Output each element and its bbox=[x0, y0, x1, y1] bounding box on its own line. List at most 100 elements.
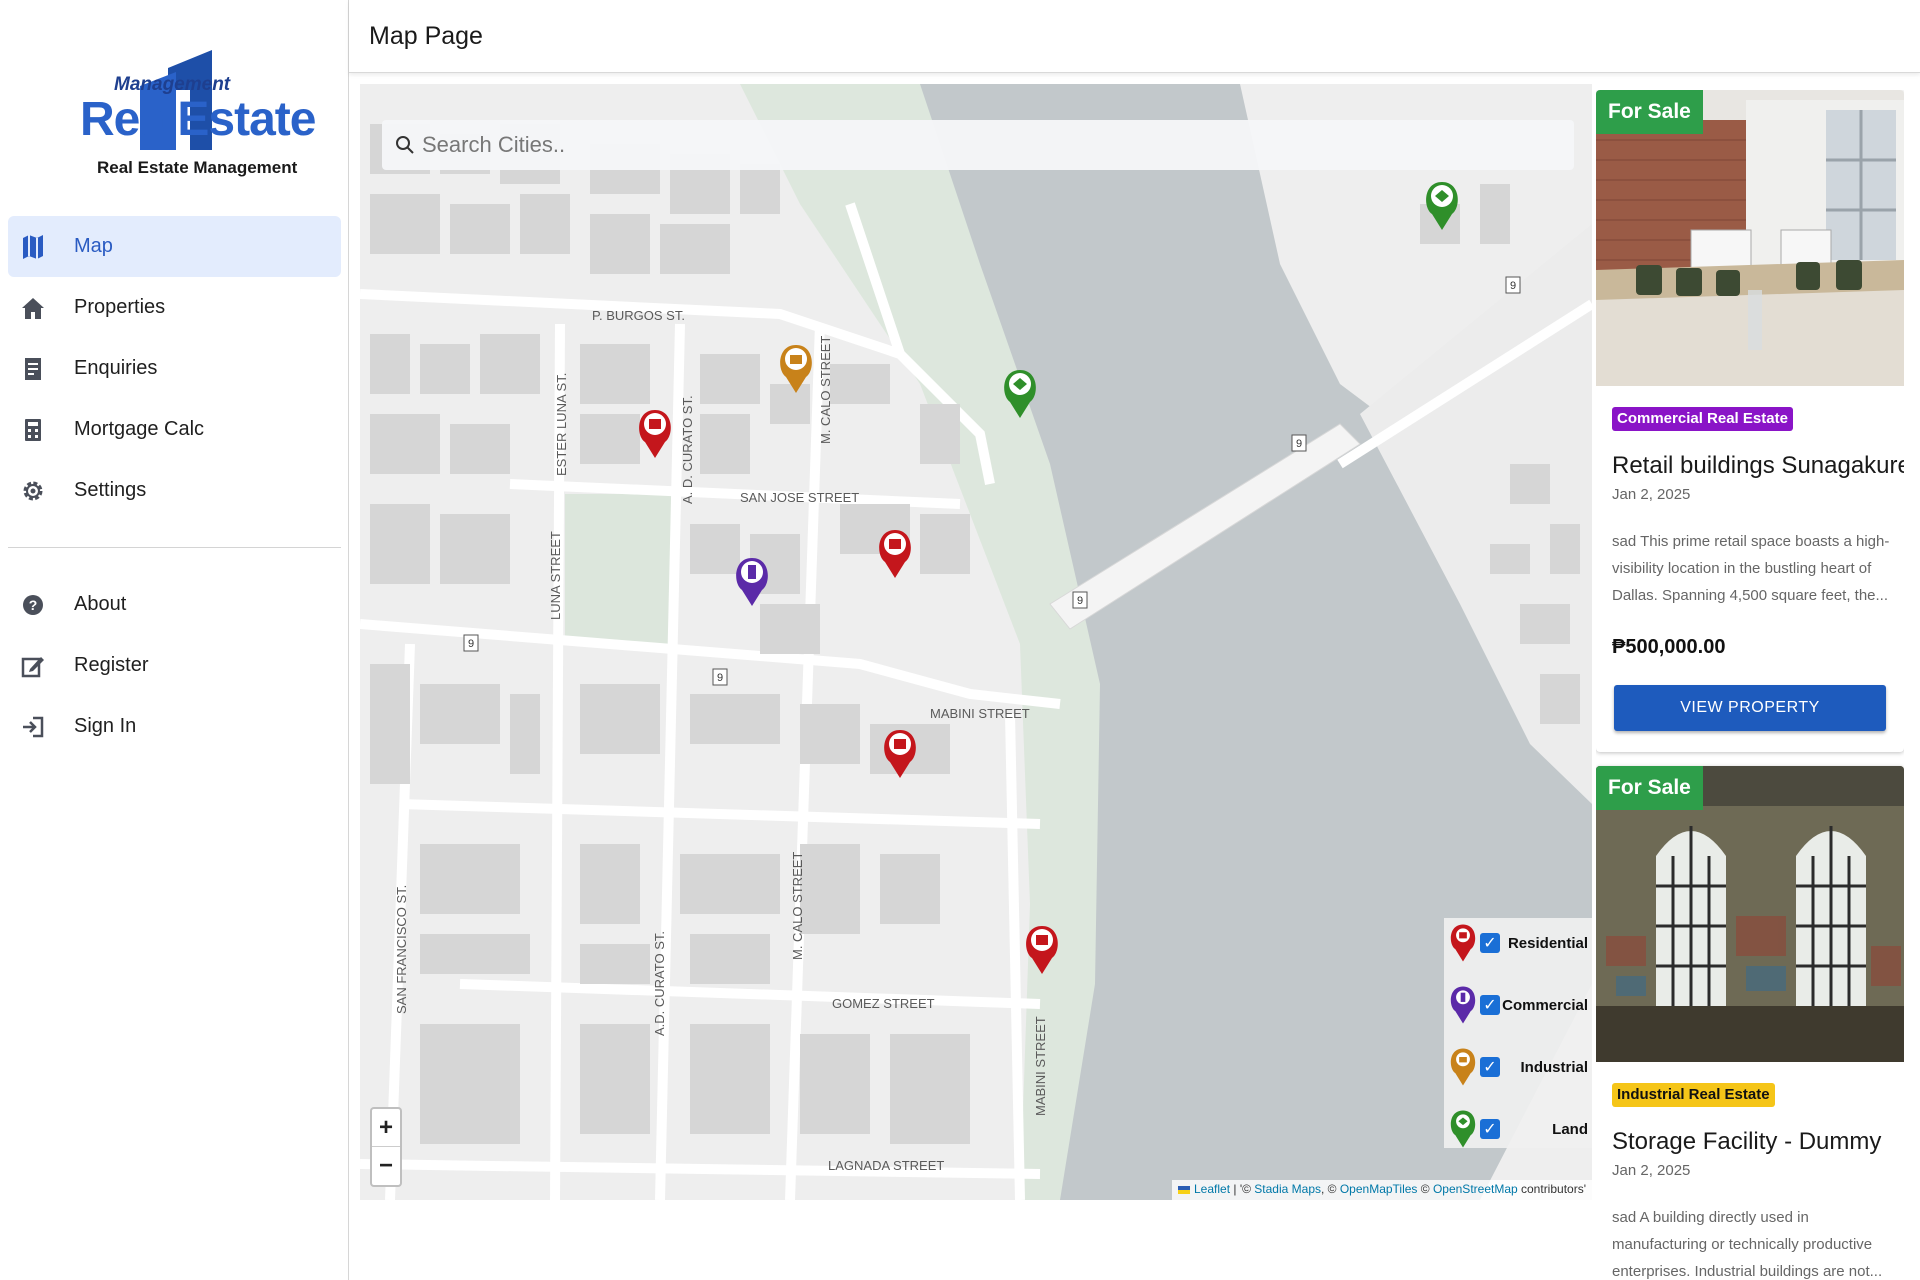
brand-logo[interactable]: Management RealEstate Real Estate Manage… bbox=[80, 50, 316, 180]
attribution-text: | '© bbox=[1230, 1182, 1255, 1196]
sidebar-item-label: Sign In bbox=[74, 715, 137, 737]
attribution-text: © bbox=[1417, 1182, 1433, 1196]
street-label: A.D. CURATO ST. bbox=[652, 931, 667, 1036]
property-price: ₱500,000.00 bbox=[1612, 636, 1726, 658]
openmaptiles-link[interactable]: OpenMapTiles bbox=[1340, 1182, 1418, 1196]
calculator-icon bbox=[18, 418, 48, 442]
street-label: M. CALO STREET bbox=[790, 852, 805, 960]
sidebar-item-enquiries[interactable]: Enquiries bbox=[8, 338, 341, 399]
property-image[interactable]: For Sale bbox=[1596, 766, 1904, 1062]
leaflet-link[interactable]: Leaflet bbox=[1194, 1182, 1230, 1196]
street-label: A. D. CURATO ST. bbox=[680, 395, 695, 504]
sidebar-item-register[interactable]: Register bbox=[8, 635, 341, 696]
street-label: ESTER LUNA ST. bbox=[554, 373, 569, 476]
road-badge: 9 bbox=[468, 638, 474, 650]
for-sale-badge: For Sale bbox=[1596, 90, 1703, 134]
category-badge: Industrial Real Estate bbox=[1612, 1083, 1775, 1107]
zoom-control: + − bbox=[370, 1107, 402, 1187]
legend-checkbox[interactable]: ✓ bbox=[1480, 1057, 1500, 1077]
gear-icon bbox=[18, 479, 48, 503]
conference-room-photo bbox=[1596, 90, 1904, 386]
legend-checkbox[interactable]: ✓ bbox=[1480, 933, 1500, 953]
land-pin-icon bbox=[1450, 1110, 1476, 1148]
property-title[interactable]: Retail buildings Sunagakure... bbox=[1612, 452, 1904, 480]
svg-text:?: ? bbox=[29, 597, 38, 613]
help-icon: ? bbox=[18, 594, 48, 616]
street-label: SAN FRANCISCO ST. bbox=[394, 885, 409, 1014]
view-property-button[interactable]: VIEW PROPERTY bbox=[1614, 685, 1886, 731]
sidebar-divider bbox=[8, 547, 341, 548]
road-badge: 9 bbox=[717, 672, 723, 684]
property-title[interactable]: Storage Facility - Dummy bbox=[1612, 1128, 1881, 1156]
street-label: P. BURGOS ST. bbox=[592, 308, 685, 323]
zoom-in-button[interactable]: + bbox=[372, 1109, 400, 1147]
sidebar-nav: Map Properties Enquiries Mortgage Calc S… bbox=[8, 216, 341, 757]
map-legend: ✓ Residential ✓ Commercial ✓ Industrial … bbox=[1444, 918, 1592, 1148]
document-icon bbox=[18, 357, 48, 381]
edit-icon bbox=[18, 654, 48, 678]
attribution-text: , © bbox=[1321, 1182, 1340, 1196]
search-icon bbox=[394, 134, 416, 156]
sidebar-item-label: Mortgage Calc bbox=[74, 418, 205, 440]
sidebar-item-about[interactable]: ? About bbox=[8, 574, 341, 635]
legend-checkbox[interactable]: ✓ bbox=[1480, 995, 1500, 1015]
legend-checkbox[interactable]: ✓ bbox=[1480, 1119, 1500, 1139]
openstreetmap-link[interactable]: OpenStreetMap bbox=[1433, 1182, 1518, 1196]
road-badge: 9 bbox=[1077, 595, 1083, 607]
legend-label: Land bbox=[1552, 1120, 1588, 1138]
page-title: Map Page bbox=[369, 22, 483, 50]
road-badge: 9 bbox=[1296, 438, 1302, 450]
city-search-bar[interactable] bbox=[382, 120, 1574, 170]
property-description: sad A building directly used in manufact… bbox=[1612, 1209, 1883, 1280]
sidebar-item-label: Properties bbox=[74, 296, 166, 318]
legend-item-commercial[interactable]: ✓ Commercial bbox=[1444, 980, 1592, 1030]
map-attribution: Leaflet | '© Stadia Maps, © OpenMapTiles… bbox=[1172, 1180, 1592, 1200]
map-view[interactable]: 9 9 9 9 9 P. BURGOS ST. SAN JOSE STREET … bbox=[360, 84, 1592, 1200]
sidebar-item-sign-in[interactable]: Sign In bbox=[8, 696, 341, 757]
logo-brand-text: RealEstate bbox=[80, 93, 316, 146]
logo-subtitle: Real Estate Management bbox=[97, 158, 298, 177]
legend-item-land[interactable]: ✓ Land bbox=[1444, 1104, 1592, 1154]
property-card[interactable]: For Sale Commercial Real Estate Retail b… bbox=[1596, 90, 1904, 752]
sidebar-item-mortgage-calc[interactable]: Mortgage Calc bbox=[8, 399, 341, 460]
street-label: LAGNADA STREET bbox=[828, 1158, 944, 1173]
property-list: For Sale Commercial Real Estate Retail b… bbox=[1596, 90, 1904, 1280]
street-label: SAN JOSE STREET bbox=[740, 490, 859, 505]
legend-item-residential[interactable]: ✓ Residential bbox=[1444, 918, 1592, 968]
attribution-text: contributors' bbox=[1517, 1182, 1586, 1196]
sidebar-item-map[interactable]: Map bbox=[8, 216, 341, 277]
sidebar-item-label: Register bbox=[74, 654, 149, 676]
street-label: MABINI STREET bbox=[1033, 1016, 1048, 1116]
sidebar-item-properties[interactable]: Properties bbox=[8, 277, 341, 338]
map-tiles[interactable]: 9 9 9 9 9 P. BURGOS ST. SAN JOSE STREET … bbox=[360, 84, 1592, 1200]
sidebar-item-label: Settings bbox=[74, 479, 147, 501]
sidebar: Management RealEstate Real Estate Manage… bbox=[0, 0, 349, 1280]
legend-label: Residential bbox=[1507, 934, 1588, 952]
ukraine-flag-icon bbox=[1178, 1185, 1190, 1194]
legend-label: Commercial bbox=[1502, 996, 1588, 1014]
for-sale-badge: For Sale bbox=[1596, 766, 1703, 810]
industrial-pin-icon bbox=[1450, 1048, 1476, 1086]
property-card[interactable]: For Sale Industrial Real Estate Storage … bbox=[1596, 766, 1904, 1280]
stadia-link[interactable]: Stadia Maps bbox=[1254, 1182, 1321, 1196]
sidebar-item-settings[interactable]: Settings bbox=[8, 460, 341, 521]
street-label: LUNA STREET bbox=[548, 531, 563, 620]
zoom-out-button[interactable]: − bbox=[372, 1147, 400, 1185]
sidebar-item-label: About bbox=[74, 593, 127, 615]
street-label: MABINI STREET bbox=[930, 706, 1030, 721]
property-description: sad This prime retail space boasts a hig… bbox=[1612, 533, 1890, 604]
abandoned-warehouse-photo bbox=[1596, 766, 1904, 1062]
legend-item-industrial[interactable]: ✓ Industrial bbox=[1444, 1042, 1592, 1092]
home-icon bbox=[18, 296, 48, 320]
property-image[interactable]: For Sale bbox=[1596, 90, 1904, 386]
search-input[interactable] bbox=[422, 132, 1322, 158]
sidebar-item-label: Map bbox=[74, 235, 113, 257]
sign-in-icon bbox=[18, 716, 48, 738]
top-app-bar: Map Page bbox=[349, 0, 1920, 73]
commercial-pin-icon bbox=[1450, 986, 1476, 1024]
residential-pin-icon bbox=[1450, 924, 1476, 962]
road-badge: 9 bbox=[1510, 280, 1516, 292]
property-date: Jan 2, 2025 bbox=[1612, 1162, 1691, 1179]
legend-label: Industrial bbox=[1520, 1058, 1588, 1076]
category-badge: Commercial Real Estate bbox=[1612, 407, 1793, 431]
